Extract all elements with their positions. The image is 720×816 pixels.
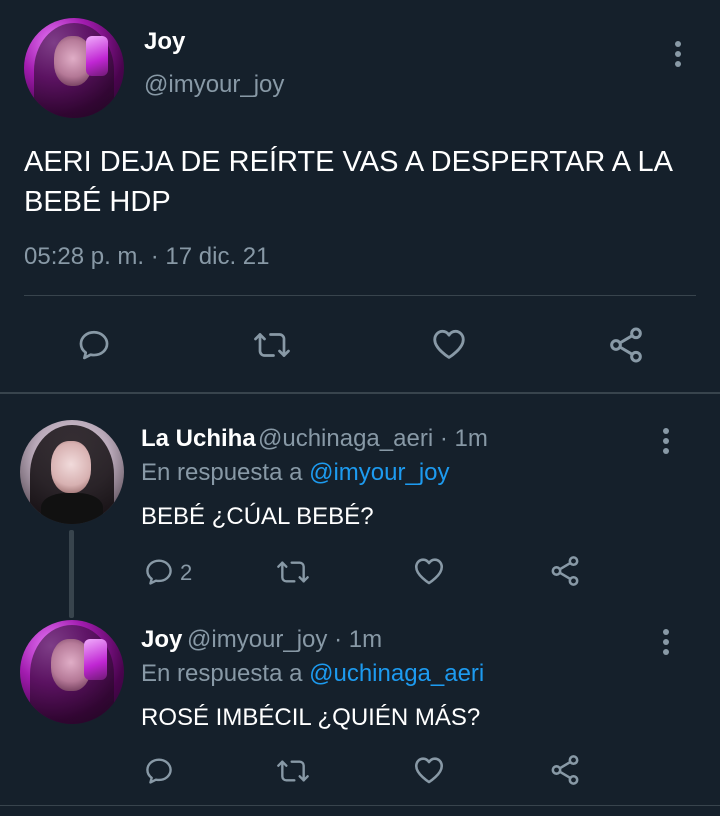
like-icon[interactable]	[412, 753, 446, 787]
reply-text: BEBÉ ¿CÚAL BEBÉ?	[141, 503, 374, 530]
more-options-icon[interactable]	[663, 629, 669, 659]
replying-to-mention[interactable]: @imyour_joy	[309, 459, 449, 486]
reply-count: 2	[180, 560, 193, 585]
replying-to-label: En respuesta a	[141, 660, 303, 687]
retweet-icon[interactable]	[275, 755, 311, 787]
reply-author-handle-time[interactable]: @imyour_joy · 1m	[187, 626, 382, 654]
more-options-icon[interactable]	[663, 428, 669, 458]
reply-author-name[interactable]: La Uchiha	[141, 425, 256, 453]
reply-author-handle-time[interactable]: @uchinaga_aeri · 1m	[258, 425, 488, 453]
thread-line	[69, 530, 74, 618]
avatar-face	[51, 440, 91, 493]
share-icon[interactable]	[606, 325, 646, 365]
share-icon[interactable]	[548, 753, 582, 787]
retweet-icon[interactable]	[275, 556, 311, 588]
tweet-text: AERI DEJA DE REÍRTE VAS A DESPERTAR A LA…	[24, 146, 672, 218]
divider	[24, 295, 696, 296]
avatar-phone	[84, 638, 108, 681]
avatar-phone	[86, 36, 108, 76]
reply-icon[interactable]	[143, 755, 175, 787]
reply-author-name[interactable]: Joy	[141, 626, 182, 654]
avatar-joy[interactable]	[24, 18, 124, 118]
avatar-top	[40, 492, 104, 524]
author-name[interactable]: Joy	[144, 28, 185, 56]
section-divider	[0, 392, 720, 394]
tweet-timestamp[interactable]: 05:28 p. m. · 17 dic. 21	[24, 243, 269, 271]
reply-text: ROSÉ IMBÉCIL ¿QUIÉN MÁS?	[141, 704, 481, 731]
bottom-divider	[0, 805, 720, 806]
like-icon[interactable]	[429, 325, 469, 363]
author-handle[interactable]: @imyour_joy	[144, 71, 284, 99]
reply-icon[interactable]	[76, 327, 112, 363]
share-icon[interactable]	[548, 554, 582, 588]
avatar-joy[interactable]	[20, 620, 124, 724]
like-icon[interactable]	[412, 554, 446, 588]
replying-to-mention[interactable]: @uchinaga_aeri	[309, 660, 484, 687]
replying-to-label: En respuesta a	[141, 459, 303, 486]
retweet-icon[interactable]	[252, 327, 292, 363]
avatar-uchiha[interactable]	[20, 420, 124, 524]
reply-icon[interactable]	[143, 556, 175, 588]
replying-to: En respuesta a @uchinaga_aeri	[141, 660, 484, 688]
replying-to: En respuesta a @imyour_joy	[141, 459, 450, 487]
more-options-icon[interactable]	[675, 41, 681, 71]
